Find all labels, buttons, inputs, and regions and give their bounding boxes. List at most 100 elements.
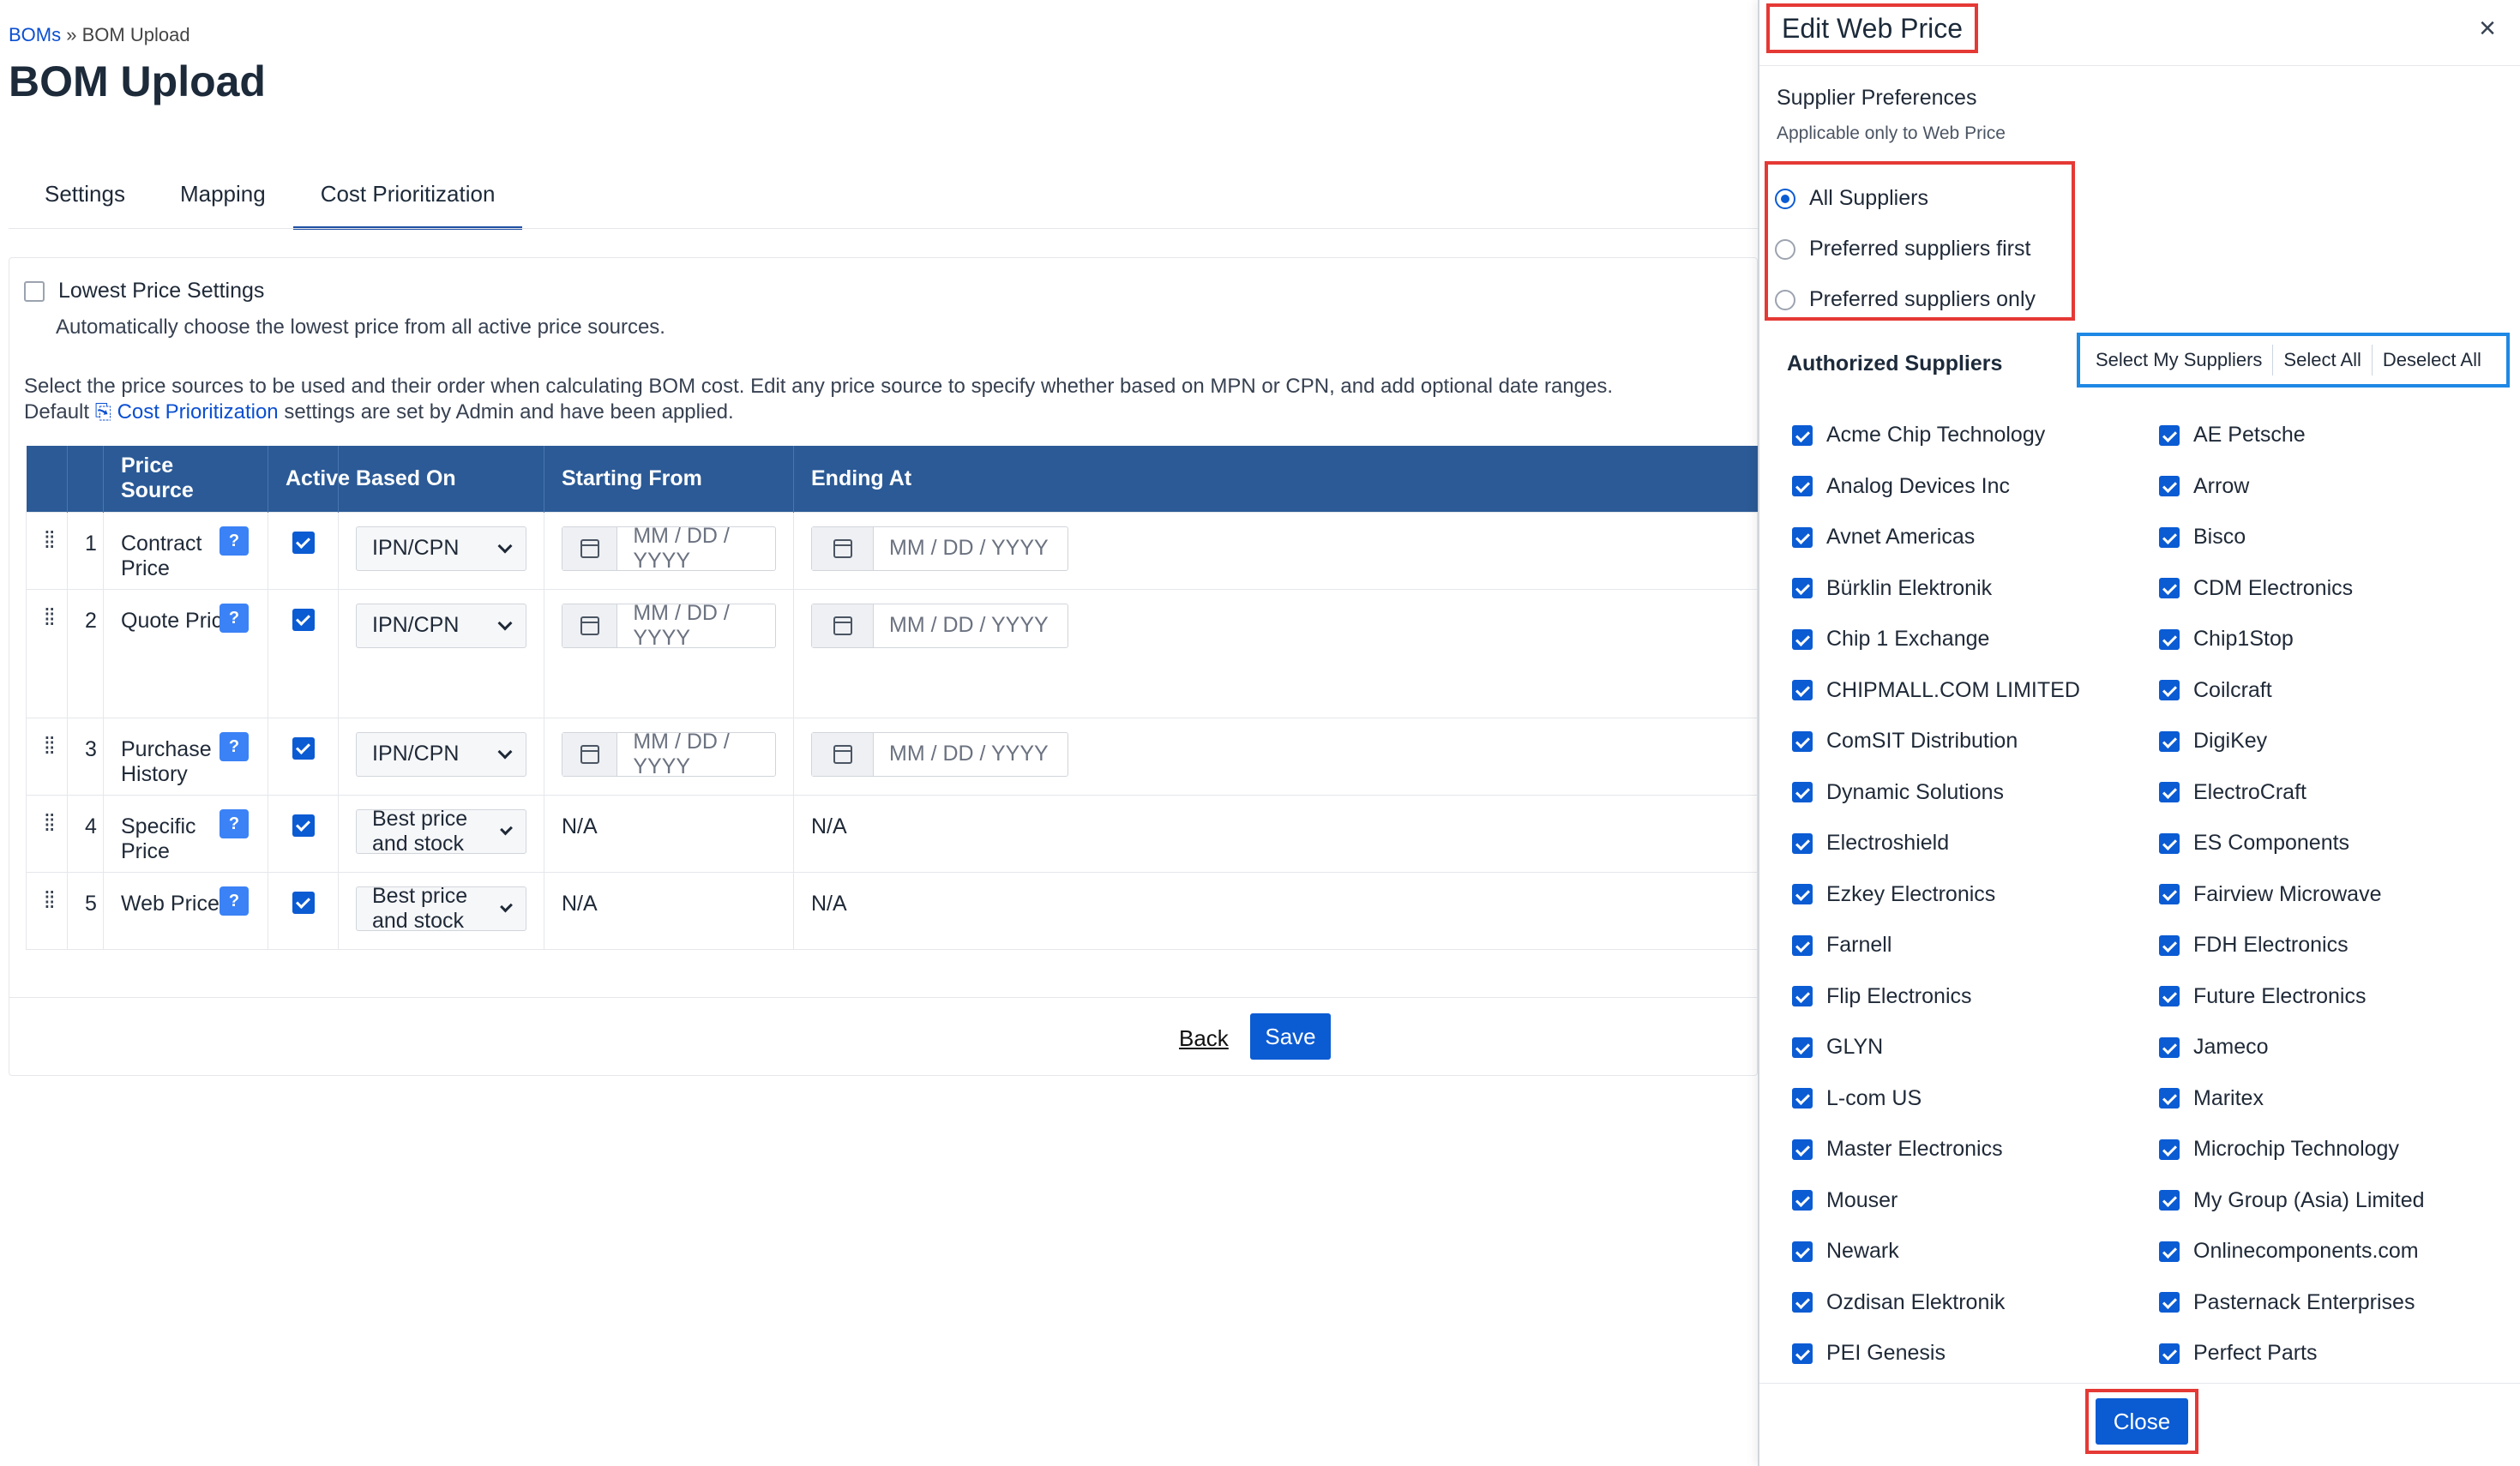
supplier-checkbox[interactable] [1792,782,1813,803]
supplier-checkbox[interactable] [2159,680,2180,701]
supplier-checkbox[interactable] [1792,578,1813,599]
supplier-item[interactable]: Perfect Parts [2159,1328,2495,1379]
supplier-checkbox[interactable] [1792,1292,1813,1313]
calendar-icon[interactable] [833,616,852,635]
calendar-icon[interactable] [833,538,852,558]
supplier-checkbox[interactable] [1792,884,1813,905]
cost-prioritization-link[interactable]: ⎘ Cost Prioritization [95,400,279,424]
start-date-input[interactable]: MM / DD / YYYY [562,601,776,650]
active-checkbox[interactable] [292,891,315,914]
supplier-checkbox[interactable] [2159,934,2180,956]
help-icon[interactable]: ? [220,808,249,838]
tab-mapping[interactable]: Mapping [153,171,293,230]
supplier-item[interactable]: Coilcraft [2159,665,2495,717]
supplier-checkbox[interactable] [1792,986,1813,1007]
end-date-input[interactable]: MM / DD / YYYY [811,731,1068,777]
drag-handle[interactable]: ⁞⁞ [26,717,68,796]
help-icon[interactable]: ? [220,603,249,633]
supplier-checkbox[interactable] [1792,628,1813,650]
supplier-checkbox[interactable] [2159,782,2180,803]
supplier-checkbox[interactable] [2159,1036,2180,1058]
supplier-item[interactable]: Electroshield [1792,818,2159,869]
supplier-item[interactable]: Newark [1792,1226,2159,1277]
based-on-select[interactable]: IPN/CPN [356,526,526,571]
lowest-price-checkbox[interactable] [24,280,45,302]
breadcrumb-boms-link[interactable]: BOMs [9,24,61,45]
supplier-item[interactable]: Fairview Microwave [2159,869,2495,921]
supplier-checkbox[interactable] [1792,1241,1813,1262]
supplier-checkbox[interactable] [2159,730,2180,752]
supplier-item[interactable]: Chip 1 Exchange [1792,614,2159,665]
supplier-checkbox[interactable] [2159,628,2180,650]
supplier-item[interactable]: Bisco [2159,512,2495,563]
tab-cost-prioritization[interactable]: Cost Prioritization [292,171,523,230]
help-icon[interactable]: ? [220,526,249,556]
supplier-checkbox[interactable] [2159,1241,2180,1262]
supplier-item[interactable]: Avnet Americas [1792,512,2159,563]
based-on-select[interactable]: IPN/CPN [356,603,526,648]
supplier-checkbox[interactable] [1792,476,1813,497]
supplier-item[interactable]: Jameco [2159,1022,2495,1073]
supplier-item[interactable]: Ezkey Electronics [1792,869,2159,921]
based-on-select[interactable]: Best price and stock [356,807,526,856]
supplier-checkbox[interactable] [2159,578,2180,599]
supplier-item[interactable]: ES Components [2159,818,2495,869]
calendar-icon[interactable] [580,538,599,558]
supplier-item[interactable]: Dynamic Solutions [1792,767,2159,819]
supplier-item[interactable]: FDH Electronics [2159,920,2495,971]
active-checkbox[interactable] [292,814,315,837]
supplier-item[interactable]: L-com US [1792,1073,2159,1125]
supplier-checkbox[interactable] [2159,1190,2180,1211]
supplier-checkbox[interactable] [1792,730,1813,752]
supplier-item[interactable]: Onlinecomponents.com [2159,1226,2495,1277]
end-date-input[interactable]: MM / DD / YYYY [811,526,1068,571]
supplier-checkbox[interactable] [2159,986,2180,1007]
supplier-checkbox[interactable] [2159,1088,2180,1109]
calendar-icon[interactable] [580,744,599,764]
supplier-checkbox[interactable] [1792,526,1813,548]
supplier-item[interactable]: CHIPMALL.COM LIMITED [1792,665,2159,717]
supplier-item[interactable]: My Group (Asia) Limited [2159,1175,2495,1227]
back-link[interactable]: Back [1179,1025,1229,1052]
supplier-item[interactable]: ElectroCraft [2159,767,2495,819]
calendar-icon[interactable] [833,744,852,764]
supplier-checkbox[interactable] [1792,1190,1813,1211]
supplier-item[interactable]: Arrow [2159,461,2495,513]
deselect-all-button[interactable]: Deselect All [2373,341,2492,379]
select-my-suppliers-button[interactable]: Select My Suppliers [2085,341,2272,379]
supplier-checkbox[interactable] [2159,884,2180,905]
supplier-checkbox[interactable] [1792,934,1813,956]
supplier-item[interactable]: Future Electronics [2159,971,2495,1023]
radio-preferred-first[interactable]: Preferred suppliers first [1775,224,2072,274]
active-checkbox[interactable] [292,736,315,760]
radio-button[interactable] [1775,289,1795,310]
help-icon[interactable]: ? [220,886,249,916]
supplier-item[interactable]: ComSIT Distribution [1792,716,2159,767]
supplier-checkbox[interactable] [1792,1139,1813,1160]
supplier-item[interactable]: Flip Electronics [1792,971,2159,1023]
supplier-item[interactable]: Pasternack Enterprises [2159,1277,2495,1329]
supplier-item[interactable]: GLYN [1792,1022,2159,1073]
help-icon[interactable]: ? [220,731,249,761]
supplier-item[interactable]: Master Electronics [1792,1124,2159,1175]
supplier-checkbox[interactable] [2159,526,2180,548]
tab-settings[interactable]: Settings [17,171,153,230]
supplier-checkbox[interactable] [1792,424,1813,446]
active-checkbox[interactable] [292,531,315,554]
close-button[interactable]: Close [2096,1398,2188,1445]
end-date-input[interactable]: MM / DD / YYYY [811,603,1068,648]
supplier-item[interactable]: Ozdisan Elektronik [1792,1277,2159,1329]
save-button[interactable]: Save [1250,1013,1331,1060]
supplier-checkbox[interactable] [2159,424,2180,446]
active-checkbox[interactable] [292,608,315,631]
supplier-checkbox[interactable] [2159,832,2180,854]
radio-button[interactable] [1775,238,1795,260]
radio-button-selected[interactable] [1775,188,1795,209]
close-icon[interactable]: × [2479,12,2496,45]
start-date-input[interactable]: MM / DD / YYYY [562,730,776,778]
supplier-checkbox[interactable] [1792,832,1813,854]
supplier-item[interactable]: Maritex [2159,1073,2495,1125]
calendar-icon[interactable] [580,616,599,635]
supplier-item[interactable]: DigiKey [2159,716,2495,767]
drag-handle[interactable]: ⁞⁞ [26,511,68,590]
